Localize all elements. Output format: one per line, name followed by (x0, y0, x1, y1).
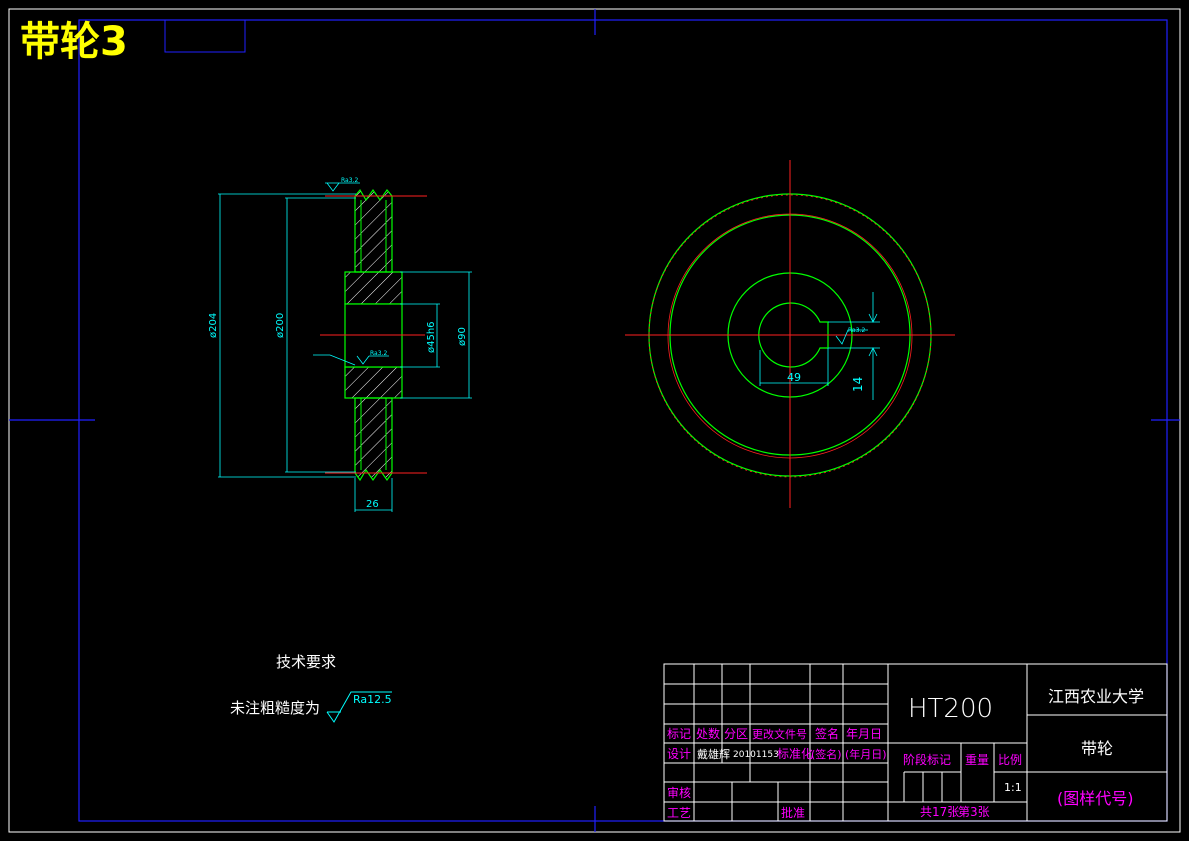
tb-count: 处数 (696, 726, 720, 741)
tech-note: 未注粗糙度为 (230, 699, 320, 717)
dim-hub-dia: ø90 (457, 327, 468, 346)
tb-sign: 签名 (815, 726, 839, 741)
roughness-key: Ra3.2 (848, 327, 865, 334)
tb-design: 设计 (667, 747, 691, 761)
tb-scale: 1:1 (1004, 781, 1022, 794)
dim-keyway-width: 14 (851, 377, 865, 392)
tb-date2: (年月日) (845, 747, 887, 761)
center-marks (9, 9, 1180, 832)
dim-width: 26 (366, 499, 379, 510)
tb-date: 年月日 (846, 727, 882, 741)
dim-outer-dia: ø204 (208, 313, 219, 338)
dim-bore-dia: ø45h6 (426, 321, 437, 353)
drawing-title: 带轮3 (20, 19, 128, 65)
tb-standard: 标准化 (777, 747, 813, 761)
outer-frame (8, 8, 1181, 833)
tb-weight: 重量 (965, 753, 989, 767)
tb-sheets-total: 共17张 (920, 805, 959, 819)
front-view: 49 14 Ra3.2 (625, 160, 955, 508)
tech-requirements: 技术要求 未注粗糙度为 Ra12.5 (230, 653, 392, 723)
tb-process: 工艺 (667, 806, 691, 820)
tb-material: HT200 (908, 694, 993, 724)
tb-part-name: 带轮 (1081, 739, 1113, 758)
tb-sign2: (签名) (811, 747, 842, 761)
tb-drawing-code: (图样代号) (1057, 789, 1134, 808)
tb-review: 审核 (667, 785, 691, 800)
tb-scale-label: 比例 (998, 753, 1022, 767)
drawing-canvas: ø204 ø200 ø90 ø45h6 26 Ra3.2 Ra3.2 49 14… (8, 8, 1181, 833)
tb-institution: 江西农业大学 (1048, 687, 1144, 706)
tb-mark: 标记 (667, 727, 691, 741)
tech-roughness: Ra12.5 (353, 693, 392, 706)
section-view: ø204 ø200 ø90 ø45h6 26 Ra3.2 Ra3.2 (208, 177, 472, 512)
tb-designer-id: 20101153 (733, 750, 779, 760)
tech-heading: 技术要求 (276, 653, 336, 671)
title-block-text: 标记 处数 分区 更改文件号 签名 年月日 设计 戴雄辉 20101153 标准… (667, 687, 1144, 820)
tb-designer: 戴雄辉 (697, 747, 730, 761)
dim-pitch-dia: ø200 (275, 313, 286, 338)
title-box (164, 19, 246, 53)
tb-stage-mark: 阶段标记 (903, 752, 951, 767)
tb-approve: 批准 (781, 805, 805, 820)
dim-keyway-depth: 49 (787, 371, 801, 384)
tb-change-doc: 更改文件号 (752, 727, 807, 741)
roughness-top: Ra3.2 (341, 177, 358, 184)
roughness-bore: Ra3.2 (370, 350, 387, 357)
tb-sheet-no: 第3张 (958, 805, 990, 819)
tb-zone: 分区 (724, 727, 748, 741)
